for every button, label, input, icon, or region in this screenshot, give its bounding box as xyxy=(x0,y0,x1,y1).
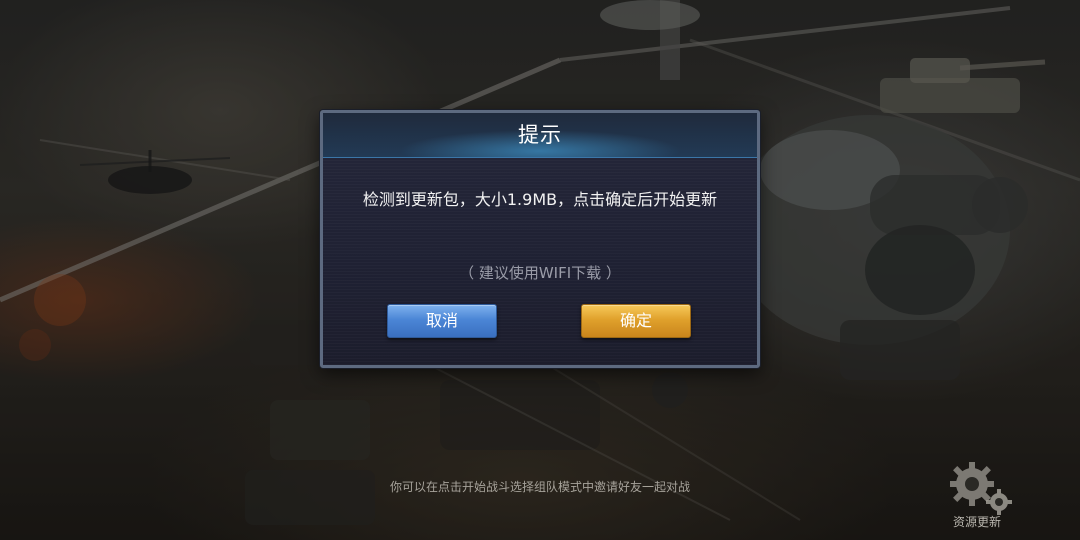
gear-icon xyxy=(950,462,1012,515)
resource-update-label: 资源更新 xyxy=(952,515,1001,529)
cancel-button[interactable]: 取消 xyxy=(387,304,497,338)
dialog-wifi-hint: （ 建议使用WIFI下载 ） xyxy=(459,264,621,282)
dialog-header: 提示 xyxy=(323,113,757,158)
dialog-message: 检测到更新包，大小1.9MB，点击确定后开始更新 xyxy=(362,190,718,209)
update-prompt-dialog: 提示 检测到更新包，大小1.9MB，点击确定后开始更新 （ 建议使用WIFI下载… xyxy=(320,110,760,368)
dialog-title: 提示 xyxy=(518,123,562,147)
footer-tip-text: 你可以在点击开始战斗选择组队模式中邀请好友一起对战 xyxy=(389,480,690,494)
confirm-button[interactable]: 确定 xyxy=(581,304,691,338)
resource-update-button[interactable]: 资源更新 xyxy=(944,460,1014,535)
